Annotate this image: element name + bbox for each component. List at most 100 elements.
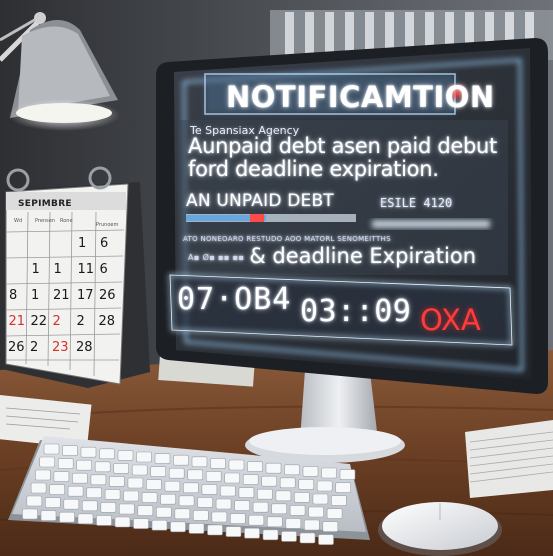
keyboard-key (137, 505, 154, 516)
keyboard-icon (8, 436, 370, 545)
keyboard-key (207, 524, 223, 536)
keyboard-key (59, 511, 75, 523)
keyboard-key (136, 451, 152, 463)
keyboard-key (96, 515, 112, 526)
desk-items (8, 420, 553, 556)
keyboard-key (252, 501, 269, 513)
keyboard-key (35, 469, 51, 481)
keyboard-key (164, 480, 181, 492)
keyboard-key (40, 510, 57, 521)
keyboard-key (151, 519, 168, 531)
keyboard-key (247, 461, 263, 472)
keyboard-key (30, 482, 47, 494)
keyboard-key (230, 513, 246, 524)
keyboard-key (289, 505, 306, 516)
keyboard-key (154, 453, 171, 464)
keyboard-key (123, 490, 139, 502)
keyboard-key (215, 498, 232, 510)
scene: SEPIMBRE Wd Prensen Rone Prunoem 1 6 1 1 11 6… (0, 0, 553, 556)
keyboard-key (150, 466, 166, 477)
keyboard-key (174, 508, 191, 520)
keyboard-key (76, 459, 92, 471)
keyboard-key (298, 479, 315, 490)
keyboard-key (183, 482, 199, 494)
keyboard-key (238, 487, 255, 498)
keyboard-key (234, 500, 250, 511)
keyboard-key (220, 485, 236, 497)
keyboard-key (224, 472, 240, 484)
keyboard-key (63, 498, 80, 510)
keyboard-key (90, 474, 107, 486)
keyboard-key (131, 464, 148, 476)
keyboard-key (117, 450, 134, 461)
keyboard-key (326, 508, 343, 519)
paper-stack (465, 420, 553, 498)
keyboard-key (335, 482, 352, 493)
keyboard-key (205, 471, 222, 482)
keyboard-key (127, 477, 144, 489)
keyboard-key (257, 488, 273, 500)
keyboard-key (72, 472, 88, 484)
keyboard-key (114, 516, 131, 528)
keyboard-key (279, 477, 296, 489)
keyboard-key (248, 514, 265, 526)
keyboard-key (99, 448, 115, 460)
keyboard-key (302, 466, 319, 477)
keyboard-key (178, 495, 195, 507)
keyboard-key (339, 469, 356, 480)
mouse-icon (378, 502, 502, 556)
keyboard-key (119, 503, 135, 515)
keyboard-key (210, 458, 226, 469)
keyboard-key (39, 456, 56, 468)
keyboard-key (44, 497, 61, 508)
keyboard-key (294, 492, 310, 503)
keyboard-key (146, 479, 162, 490)
keyboard-key (197, 497, 213, 508)
keyboard-key (77, 513, 94, 525)
keyboard-key (271, 503, 287, 515)
keyboard-key (187, 469, 203, 481)
keyboard-key (193, 510, 209, 521)
keyboard-key (100, 502, 117, 513)
keyboard-key (53, 471, 70, 482)
keyboard-key (242, 474, 259, 485)
keyboard-key (80, 446, 97, 458)
keyboard-key (284, 464, 300, 476)
keyboard-key (82, 500, 98, 512)
keyboard-key (312, 493, 329, 505)
keyboard-key (225, 526, 242, 537)
keyboard-key (262, 529, 279, 541)
keyboard-key (57, 458, 74, 469)
keyboard-key (265, 462, 282, 474)
keyboard-key (22, 508, 38, 520)
keyboard-key (67, 485, 84, 497)
keyboard-key (173, 454, 189, 466)
keyboard-key (201, 484, 218, 495)
keyboard-key (94, 461, 111, 473)
keyboard-key (160, 493, 176, 505)
keyboard-key (109, 476, 125, 487)
keyboard-key (303, 519, 320, 531)
keyboard-key (133, 518, 149, 529)
keyboard-key (168, 467, 185, 479)
keyboard-key (228, 459, 245, 471)
keyboard-key (261, 475, 278, 487)
keyboard-key (281, 531, 297, 542)
keyboard-key (43, 443, 60, 455)
keyboard-key (299, 532, 316, 544)
keyboard-key (141, 492, 158, 503)
keyboard-key (331, 495, 347, 506)
keyboard-key (285, 518, 302, 529)
keyboard-key (170, 521, 186, 533)
keyboard-key (308, 506, 324, 518)
keyboard-key (49, 484, 65, 495)
keyboard-key (211, 511, 228, 523)
keyboard-key (321, 467, 337, 479)
keyboard-key (86, 487, 102, 499)
keyboard-key (275, 490, 292, 502)
keyboard-key (62, 445, 78, 456)
keyboard-key (322, 521, 339, 532)
keyboard-key (318, 534, 334, 545)
keyboard-key (156, 506, 172, 518)
keyboard-key (244, 527, 260, 539)
